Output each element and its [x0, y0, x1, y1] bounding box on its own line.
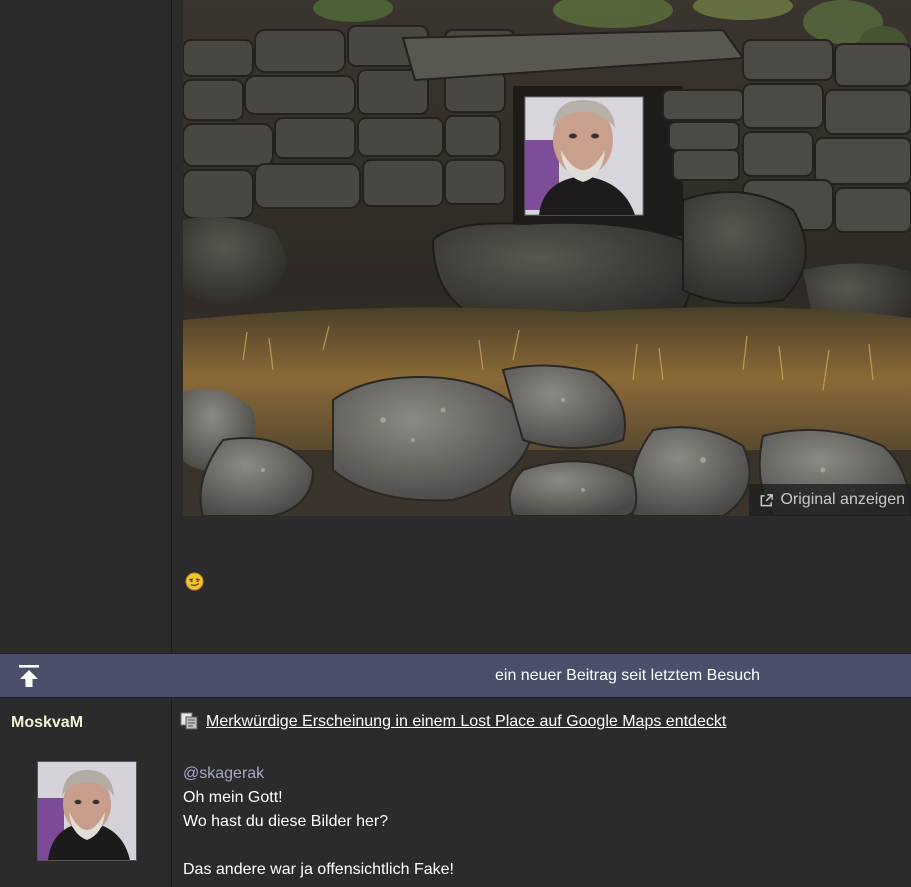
- topic-icon: [180, 712, 198, 730]
- previous-post-sidebar: [0, 0, 172, 653]
- post-line: Das andere war ja offensichtlich Fake!: [183, 861, 454, 878]
- post-line: [183, 834, 454, 858]
- forum-page: Original anzeigen ein neuer Beitrag seit…: [0, 0, 911, 887]
- external-link-icon: [761, 493, 774, 506]
- previous-post: Original anzeigen: [0, 0, 911, 653]
- overlaid-portrait: [524, 96, 644, 216]
- post-author-sidebar: MoskvaM: [0, 698, 172, 887]
- arrow-to-top-icon[interactable]: [16, 663, 42, 689]
- post-line: Oh mein Gott!: [183, 789, 283, 806]
- show-original-button[interactable]: Original anzeigen: [749, 484, 911, 516]
- author-username[interactable]: MoskvaM: [11, 714, 83, 732]
- new-post-notice: ein neuer Beitrag seit letztem Besuch: [495, 667, 761, 684]
- user-mention-link[interactable]: @skagerak: [183, 765, 264, 782]
- author-avatar[interactable]: [37, 761, 137, 861]
- forum-post: MoskvaM Merkwürdige Erscheinung in einem…: [0, 698, 911, 887]
- new-post-separator: ein neuer Beitrag seit letztem Besuch: [0, 653, 911, 698]
- show-original-label: Original anzeigen: [780, 491, 905, 508]
- post-image-stone-hut[interactable]: Original anzeigen: [183, 0, 911, 516]
- post-content: Merkwürdige Erscheinung in einem Lost Pl…: [172, 698, 911, 887]
- topic-title-link[interactable]: Merkwürdige Erscheinung in einem Lost Pl…: [206, 713, 726, 731]
- post-line: Wo hast du diese Bilder her?: [183, 813, 389, 830]
- smirk-emoji-icon: [185, 572, 204, 591]
- previous-post-content: Original anzeigen: [172, 0, 911, 653]
- post-body: @skagerak Oh mein Gott! Wo hast du diese…: [183, 762, 454, 882]
